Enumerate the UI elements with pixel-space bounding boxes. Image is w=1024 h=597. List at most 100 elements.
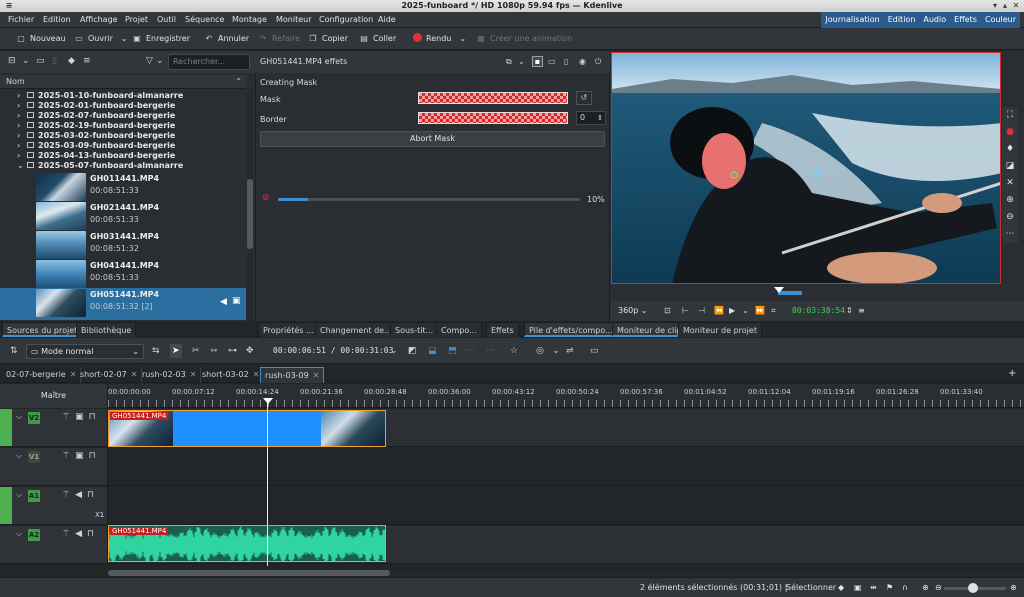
bin-folder[interactable]: › 2025-02-19-funboard-bergerie — [0, 121, 246, 131]
bin-column-header[interactable]: Nom ⌃ — [0, 75, 246, 89]
layout-journalisation[interactable]: Journalisation — [821, 12, 883, 28]
undo-button[interactable]: ↶ Annuler — [204, 31, 249, 47]
set-out-icon[interactable]: ⊣ — [698, 304, 705, 318]
filter-icon[interactable]: ▽ — [146, 56, 153, 66]
track-header-a2[interactable]: ⌵ A2 ⚚◀⊓ — [0, 526, 108, 564]
chevron-down-icon[interactable]: ⌄ — [156, 56, 164, 66]
open-button[interactable]: ▭ Ouvrir ⌄ — [74, 31, 127, 47]
copy-button[interactable]: ❐ Copier — [308, 31, 348, 47]
bin-clip[interactable]: GH041441.MP4 00:08:51:33 — [0, 259, 246, 288]
scroll-handle[interactable] — [108, 570, 390, 576]
bin-folder[interactable]: › 2025-01-10-funboard-almanarre — [0, 91, 246, 101]
effects-wand-icon[interactable]: ⚚ — [62, 412, 75, 422]
menu-configuration[interactable]: Configuration — [319, 12, 373, 28]
set-in-icon[interactable]: ⊢ — [682, 304, 689, 318]
lock-icon[interactable]: ⊓ — [89, 451, 101, 461]
spacer-tool-icon[interactable]: ⇆ — [152, 344, 160, 358]
effects-wand-icon[interactable]: ⚚ — [62, 529, 75, 539]
close-icon[interactable]: ✕ — [131, 370, 138, 379]
create-animation-button[interactable]: ▦ Créer une animation — [476, 31, 572, 47]
layout-effets[interactable]: Effets — [950, 12, 981, 28]
bin-folder[interactable]: › 2025-02-01-funboard-bergerie — [0, 101, 246, 111]
timeline-scrollbar[interactable] — [108, 570, 1024, 576]
bin-search-input[interactable]: Rechercher... — [168, 54, 250, 70]
menu-fichier[interactable]: Fichier — [8, 12, 34, 28]
tag-icon[interactable]: ◆ — [838, 581, 844, 595]
rewind-icon[interactable]: ⏪ — [714, 304, 724, 318]
minimize-icon[interactable]: ▾ — [990, 1, 1000, 11]
tab-sequence[interactable]: 02-07-bergerie ✕ — [2, 367, 82, 383]
track-header-a1[interactable]: ⌵ A1 ⚚◀⊓ X1 — [0, 487, 108, 525]
tab-properties[interactable]: Propriétés ... — [258, 322, 319, 337]
track-header-v2[interactable]: ⌵ V2 ⚚▣⊓ — [0, 409, 108, 447]
track-lane-a1[interactable] — [108, 487, 1024, 525]
power-icon[interactable]: ⏻ — [595, 51, 601, 73]
bin-folder[interactable]: › 2025-04-13-funboard-bergerie — [0, 151, 246, 161]
monitor-video[interactable] — [611, 52, 1001, 284]
paste-button[interactable]: ▤ Coller — [359, 31, 396, 47]
close-icon[interactable]: ✕ — [1011, 1, 1021, 11]
flag-icon[interactable]: ⚑ — [886, 581, 893, 595]
close-icon[interactable]: ✕ — [190, 370, 197, 379]
tab-compositions[interactable]: Compo... — [436, 322, 482, 337]
more-icon[interactable]: ⋯ — [1002, 226, 1018, 243]
stepper-icon[interactable]: ⇕ — [846, 304, 853, 318]
track-lane-v1[interactable] — [108, 448, 1024, 486]
monitor-playhead[interactable] — [774, 287, 784, 293]
border-preview[interactable] — [418, 112, 568, 124]
tab-project-sources[interactable]: Sources du projet — [2, 322, 83, 337]
monitor-ruler[interactable] — [610, 287, 1002, 299]
menu-edition[interactable]: Edition — [43, 12, 71, 28]
tab-library[interactable]: Bibliothèque — [76, 322, 137, 337]
border-spinbox[interactable]: 0 ⇕ — [576, 111, 606, 125]
tab-subtitles[interactable]: Sous-tit... — [390, 322, 439, 337]
stop-icon[interactable]: ⊘ — [262, 193, 270, 203]
compare-icon[interactable]: ⧉ — [506, 51, 512, 73]
view-mode-icon[interactable]: ⊟ — [8, 56, 16, 66]
lock-icon[interactable]: ⊓ — [87, 490, 99, 500]
record-icon[interactable]: ● — [1002, 124, 1018, 141]
tab-effects[interactable]: Effets — [486, 322, 519, 337]
view-columns-icon[interactable]: ▯ — [564, 51, 568, 73]
ripple-tool-icon[interactable]: ⊶ — [228, 344, 237, 358]
abort-mask-button[interactable]: Abort Mask — [260, 131, 605, 147]
lift-icon[interactable]: ⬒ — [448, 344, 457, 358]
timeline-ruler[interactable]: 00:00:00:00 00:00:07:12 00:00:14:24 00:0… — [108, 384, 1024, 408]
view-split-icon[interactable]: ▭ — [548, 51, 556, 73]
effects-wand-icon[interactable]: ⚚ — [62, 490, 75, 500]
reset-icon[interactable]: ↺ — [576, 91, 592, 105]
chevron-down-icon[interactable]: ⌄ — [518, 51, 525, 73]
tab-project-monitor[interactable]: Moniteur de projet — [678, 322, 762, 337]
chevron-down-icon[interactable]: ⌄ — [552, 344, 560, 358]
edit-mask-icon[interactable]: ◪ — [1002, 158, 1018, 175]
menu-outil[interactable]: Outil — [157, 12, 176, 28]
tab-transitions[interactable]: Changement de... — [315, 322, 397, 337]
save-icon[interactable]: ▣ — [854, 581, 862, 595]
select-tool-icon[interactable]: ➤ — [170, 344, 182, 358]
zoom-out-icon[interactable]: ⊖ — [935, 581, 942, 595]
bin-clip[interactable]: GH021441.MP4 00:08:51:33 — [0, 201, 246, 230]
resolution-select[interactable]: 360p ⌄ — [618, 304, 648, 318]
bin-folder-expanded[interactable]: ⌄ 2025-05-07-funboard-almanarre — [0, 161, 246, 171]
roll-tool-icon[interactable]: ✥ — [246, 344, 254, 358]
menu-icon[interactable]: ≡ — [83, 56, 91, 66]
razor-tool-icon[interactable]: ✂ — [192, 344, 200, 358]
forward-icon[interactable]: ⏩ — [755, 304, 765, 318]
mute-audio-icon[interactable]: ◀ — [75, 490, 87, 500]
zoom-out-icon[interactable]: ⊖ — [1002, 209, 1018, 226]
chevron-down-icon[interactable]: ⌵ — [16, 412, 22, 422]
track-name[interactable]: A1 — [28, 490, 40, 502]
split-audio-icon[interactable]: ⇹ — [870, 581, 877, 595]
layout-couleur[interactable]: Couleur — [981, 12, 1020, 28]
zoom-slider-handle[interactable] — [968, 583, 978, 593]
tab-effect-stack[interactable]: Pile d'effets/compo... — [524, 322, 618, 337]
save-button[interactable]: ▣ Enregistrer — [132, 31, 190, 47]
color-drop-icon[interactable]: ♦ — [1002, 141, 1018, 158]
menu-sequence[interactable]: Séquence — [185, 12, 224, 28]
chevron-down-icon[interactable]: ⌵ — [16, 451, 22, 461]
add-folder-icon[interactable]: ▭ — [36, 56, 45, 66]
window-menu-icon[interactable]: ≡ — [4, 1, 14, 11]
timeline-playhead[interactable] — [267, 398, 268, 566]
timeline-video-clip[interactable]: GH051441.MP4 — [108, 410, 386, 447]
mixer-icon[interactable]: ⇌ — [566, 344, 574, 358]
